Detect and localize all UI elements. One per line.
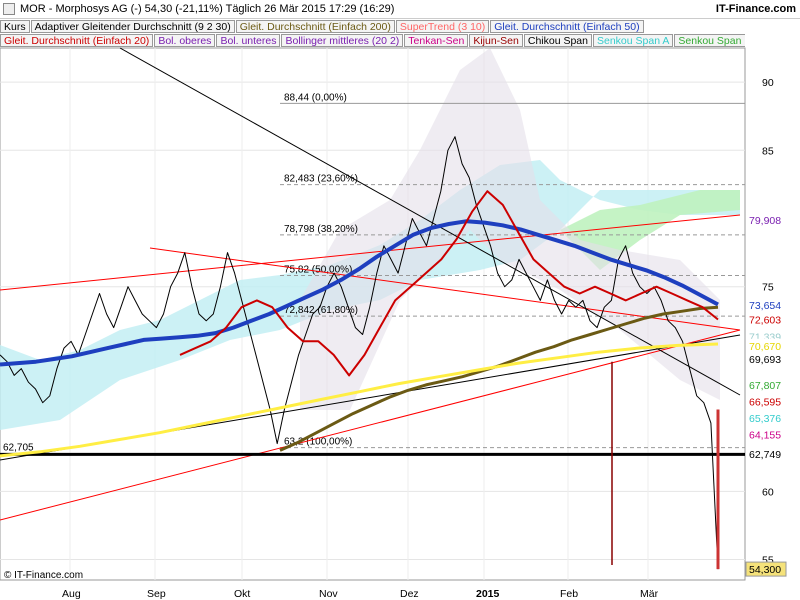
- x-tick-label: Feb: [560, 588, 578, 600]
- x-tick-label: Aug: [62, 588, 81, 600]
- x-tick-label: Nov: [319, 588, 338, 600]
- chart-canvas[interactable]: 9085756055Aug Sep Okt Nov Dez 2015 Feb Mär88,44…: [0, 0, 800, 600]
- chart-root: { "header": { "title": "MOR - Morphosys …: [0, 0, 800, 600]
- price-label: 67,807: [749, 380, 781, 392]
- price-label: 66,595: [749, 396, 781, 408]
- fib-level-label: 88,44 (0,00%): [284, 92, 347, 103]
- price-label: 79,908: [749, 215, 781, 227]
- price-label: 64,155: [749, 430, 781, 442]
- fib-level-label: 78,798 (38,20%): [284, 224, 358, 235]
- price-label: 69,693: [749, 354, 781, 366]
- price-label: 62,749: [749, 449, 781, 461]
- copyright: © IT-Finance.com: [4, 570, 84, 581]
- price-label: 70,670: [749, 341, 781, 353]
- x-tick-label: 2015: [476, 588, 500, 600]
- x-tick-label: Sep: [147, 588, 166, 600]
- price-label: 65,376: [749, 413, 781, 425]
- x-tick-label: Mär: [640, 588, 659, 600]
- y-tick-label: 90: [762, 77, 774, 89]
- x-tick-label: Okt: [234, 588, 250, 600]
- fib-level-label: 75,82 (50,00%): [284, 265, 352, 276]
- price-label: 72,603: [749, 314, 781, 326]
- price-label: 73,654: [749, 300, 781, 312]
- fib-level-label: 72,842 (61,80%): [284, 305, 358, 316]
- x-tick-label: Dez: [400, 588, 419, 600]
- y-tick-label: 85: [762, 145, 774, 157]
- y-tick-label: 75: [762, 282, 774, 294]
- price-label: 54,300: [749, 564, 781, 576]
- y-tick-label: 60: [762, 486, 774, 498]
